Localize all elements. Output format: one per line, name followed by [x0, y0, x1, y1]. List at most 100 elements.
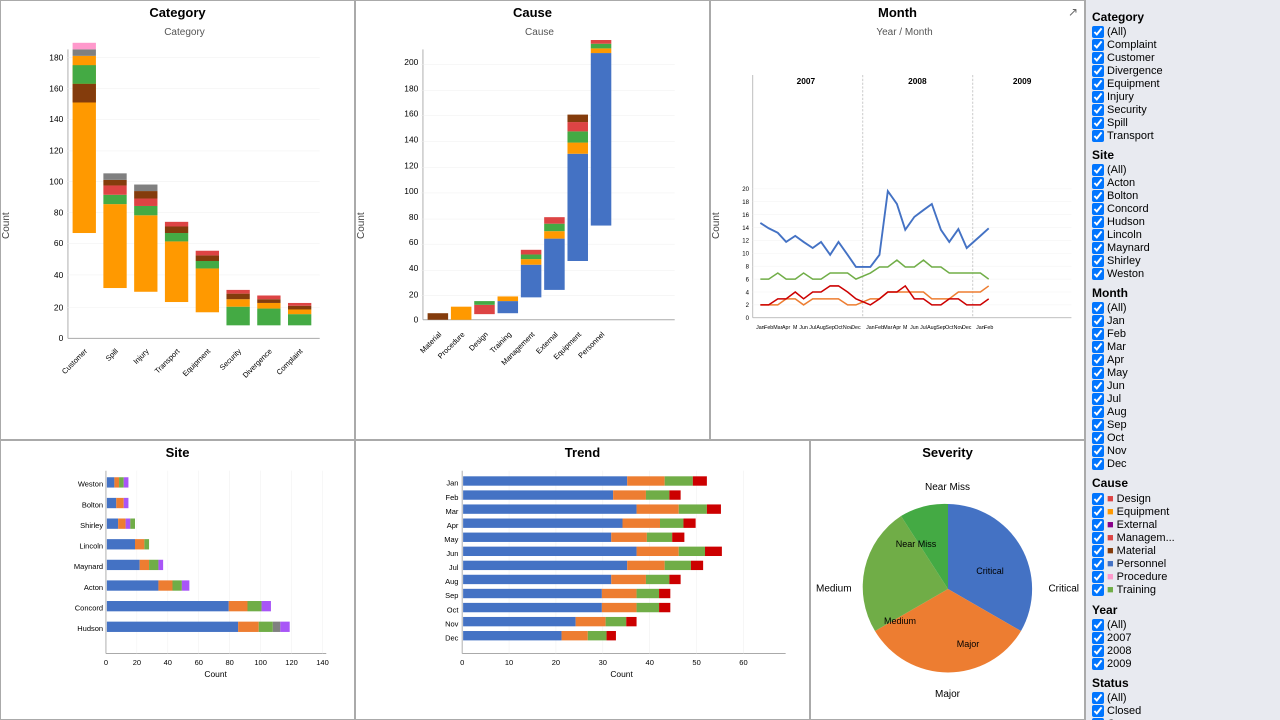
mo-dec[interactable]: Dec	[1092, 458, 1274, 470]
mo-nov[interactable]: Nov	[1092, 445, 1274, 457]
svg-text:160: 160	[404, 108, 418, 118]
svg-text:Jun: Jun	[910, 325, 919, 331]
cat-transport-checkbox[interactable]	[1092, 130, 1104, 142]
cat-spill-checkbox[interactable]	[1092, 117, 1104, 129]
mo-all[interactable]: (All)	[1092, 302, 1274, 314]
cat-divergence-checkbox[interactable]	[1092, 65, 1104, 77]
svg-text:Mar: Mar	[883, 325, 892, 331]
svg-text:4: 4	[746, 290, 750, 296]
svg-text:Nov: Nov	[445, 619, 459, 628]
svg-text:160: 160	[49, 83, 63, 93]
yr-2007[interactable]: 2007	[1092, 632, 1274, 644]
svg-text:Lincoln: Lincoln	[79, 542, 103, 551]
svg-text:Sep: Sep	[825, 325, 834, 331]
cat-divergence-item[interactable]: Divergence	[1092, 65, 1274, 77]
cat-injury-checkbox[interactable]	[1092, 91, 1104, 103]
site-all-item[interactable]: (All)	[1092, 164, 1274, 176]
cause-design[interactable]: ■ Design	[1092, 493, 1274, 505]
svg-text:60: 60	[54, 238, 64, 248]
mo-jan[interactable]: Jan	[1092, 315, 1274, 327]
site-body: 0 20 40 60 80 100 120 140 Count	[1, 462, 354, 718]
trend-chart-panel: Trend 0 10 20 30 40 50	[355, 440, 810, 720]
cat-transport-item[interactable]: Transport	[1092, 130, 1274, 142]
year-filter-list: (All) 2007 2008 2009	[1092, 619, 1274, 670]
svg-text:Maynard: Maynard	[74, 562, 103, 571]
svg-text:Jul: Jul	[809, 325, 816, 331]
svg-text:Bolton: Bolton	[82, 500, 103, 509]
yr-2009[interactable]: 2009	[1092, 658, 1274, 670]
svg-text:20: 20	[133, 658, 141, 667]
cat-all-item[interactable]: (All)	[1092, 26, 1274, 38]
cat-spill-item[interactable]: Spill	[1092, 117, 1274, 129]
svg-text:Count: Count	[204, 669, 227, 679]
cause-procedure[interactable]: ■ Procedure	[1092, 571, 1274, 583]
cause-management[interactable]: ■ Managem...	[1092, 532, 1274, 544]
mo-sep[interactable]: Sep	[1092, 419, 1274, 431]
mo-may[interactable]: May	[1092, 367, 1274, 379]
main-container: Category Count Category 0 20	[0, 0, 1280, 720]
mo-apr[interactable]: Apr	[1092, 354, 1274, 366]
site-concord-item[interactable]: Concord	[1092, 203, 1274, 215]
cause-training[interactable]: ■ Training	[1092, 584, 1274, 596]
category-inner: Count Category 0 20 40	[1, 22, 354, 430]
site-weston-item[interactable]: Weston	[1092, 268, 1274, 280]
mo-jul[interactable]: Jul	[1092, 393, 1274, 405]
site-acton-item[interactable]: Acton	[1092, 177, 1274, 189]
cat-security-item[interactable]: Security	[1092, 104, 1274, 116]
svg-text:Mar: Mar	[773, 325, 782, 331]
svg-text:100: 100	[49, 177, 63, 187]
cat-customer-checkbox[interactable]	[1092, 52, 1104, 64]
site-maynard-item[interactable]: Maynard	[1092, 242, 1274, 254]
month-title: Month	[711, 1, 1084, 22]
svg-text:0: 0	[59, 333, 64, 343]
mo-mar[interactable]: Mar	[1092, 341, 1274, 353]
cause-material[interactable]: ■ Material	[1092, 545, 1274, 557]
svg-text:M: M	[903, 325, 907, 331]
svg-text:Jul: Jul	[920, 325, 927, 331]
cause-equipment[interactable]: ■ Equipment	[1092, 506, 1274, 518]
yr-2008[interactable]: 2008	[1092, 645, 1274, 657]
st-closed[interactable]: Closed	[1092, 705, 1274, 717]
cat-all-checkbox[interactable]	[1092, 26, 1104, 38]
svg-text:Dec: Dec	[851, 325, 861, 331]
site-filter-title: Site	[1092, 148, 1274, 162]
cause-personnel[interactable]: ■ Personnel	[1092, 558, 1274, 570]
cause-external[interactable]: ■ External	[1092, 519, 1274, 531]
mo-jun[interactable]: Jun	[1092, 380, 1274, 392]
cat-customer-item[interactable]: Customer	[1092, 52, 1274, 64]
external-link-icon[interactable]: ↗	[1068, 5, 1078, 19]
year-month-subtitle: Year / Month	[730, 27, 1079, 38]
status-filter-title: Status	[1092, 676, 1274, 690]
svg-text:M: M	[793, 325, 797, 331]
svg-text:Transport: Transport	[153, 346, 182, 375]
cat-divergence-label: Divergence	[1107, 65, 1163, 77]
st-all[interactable]: (All)	[1092, 692, 1274, 704]
cat-equipment-item[interactable]: Equipment	[1092, 78, 1274, 90]
svg-text:Feb: Feb	[445, 493, 458, 502]
trend-svg: 0 10 20 30 40 50 60 Count	[411, 466, 804, 682]
severity-title: Severity	[811, 441, 1084, 462]
svg-text:40: 40	[164, 658, 172, 667]
month-filter-list: (All) Jan Feb Mar Apr May Jun Jul Aug Se…	[1092, 302, 1274, 470]
cat-complaint-checkbox[interactable]	[1092, 39, 1104, 51]
cat-security-checkbox[interactable]	[1092, 104, 1104, 116]
svg-text:80: 80	[409, 212, 419, 222]
site-shirley-item[interactable]: Shirley	[1092, 255, 1274, 267]
mo-oct[interactable]: Oct	[1092, 432, 1274, 444]
cat-complaint-item[interactable]: Complaint	[1092, 39, 1274, 51]
svg-text:Equipment: Equipment	[181, 346, 213, 378]
svg-text:Injury: Injury	[131, 347, 150, 366]
top-row: Category Count Category 0 20	[0, 0, 1085, 440]
site-svg: 0 20 40 60 80 100 120 140 Count	[41, 466, 349, 682]
site-bolton-item[interactable]: Bolton	[1092, 190, 1274, 202]
cat-injury-item[interactable]: Injury	[1092, 91, 1274, 103]
cat-equipment-checkbox[interactable]	[1092, 78, 1104, 90]
svg-text:180: 180	[49, 53, 63, 63]
mo-feb[interactable]: Feb	[1092, 328, 1274, 340]
mo-aug[interactable]: Aug	[1092, 406, 1274, 418]
svg-text:Apr: Apr	[893, 325, 901, 331]
site-hudson-item[interactable]: Hudson	[1092, 216, 1274, 228]
site-lincoln-item[interactable]: Lincoln	[1092, 229, 1274, 241]
status-filter-list: (All) Closed Open	[1092, 692, 1274, 720]
yr-all[interactable]: (All)	[1092, 619, 1274, 631]
